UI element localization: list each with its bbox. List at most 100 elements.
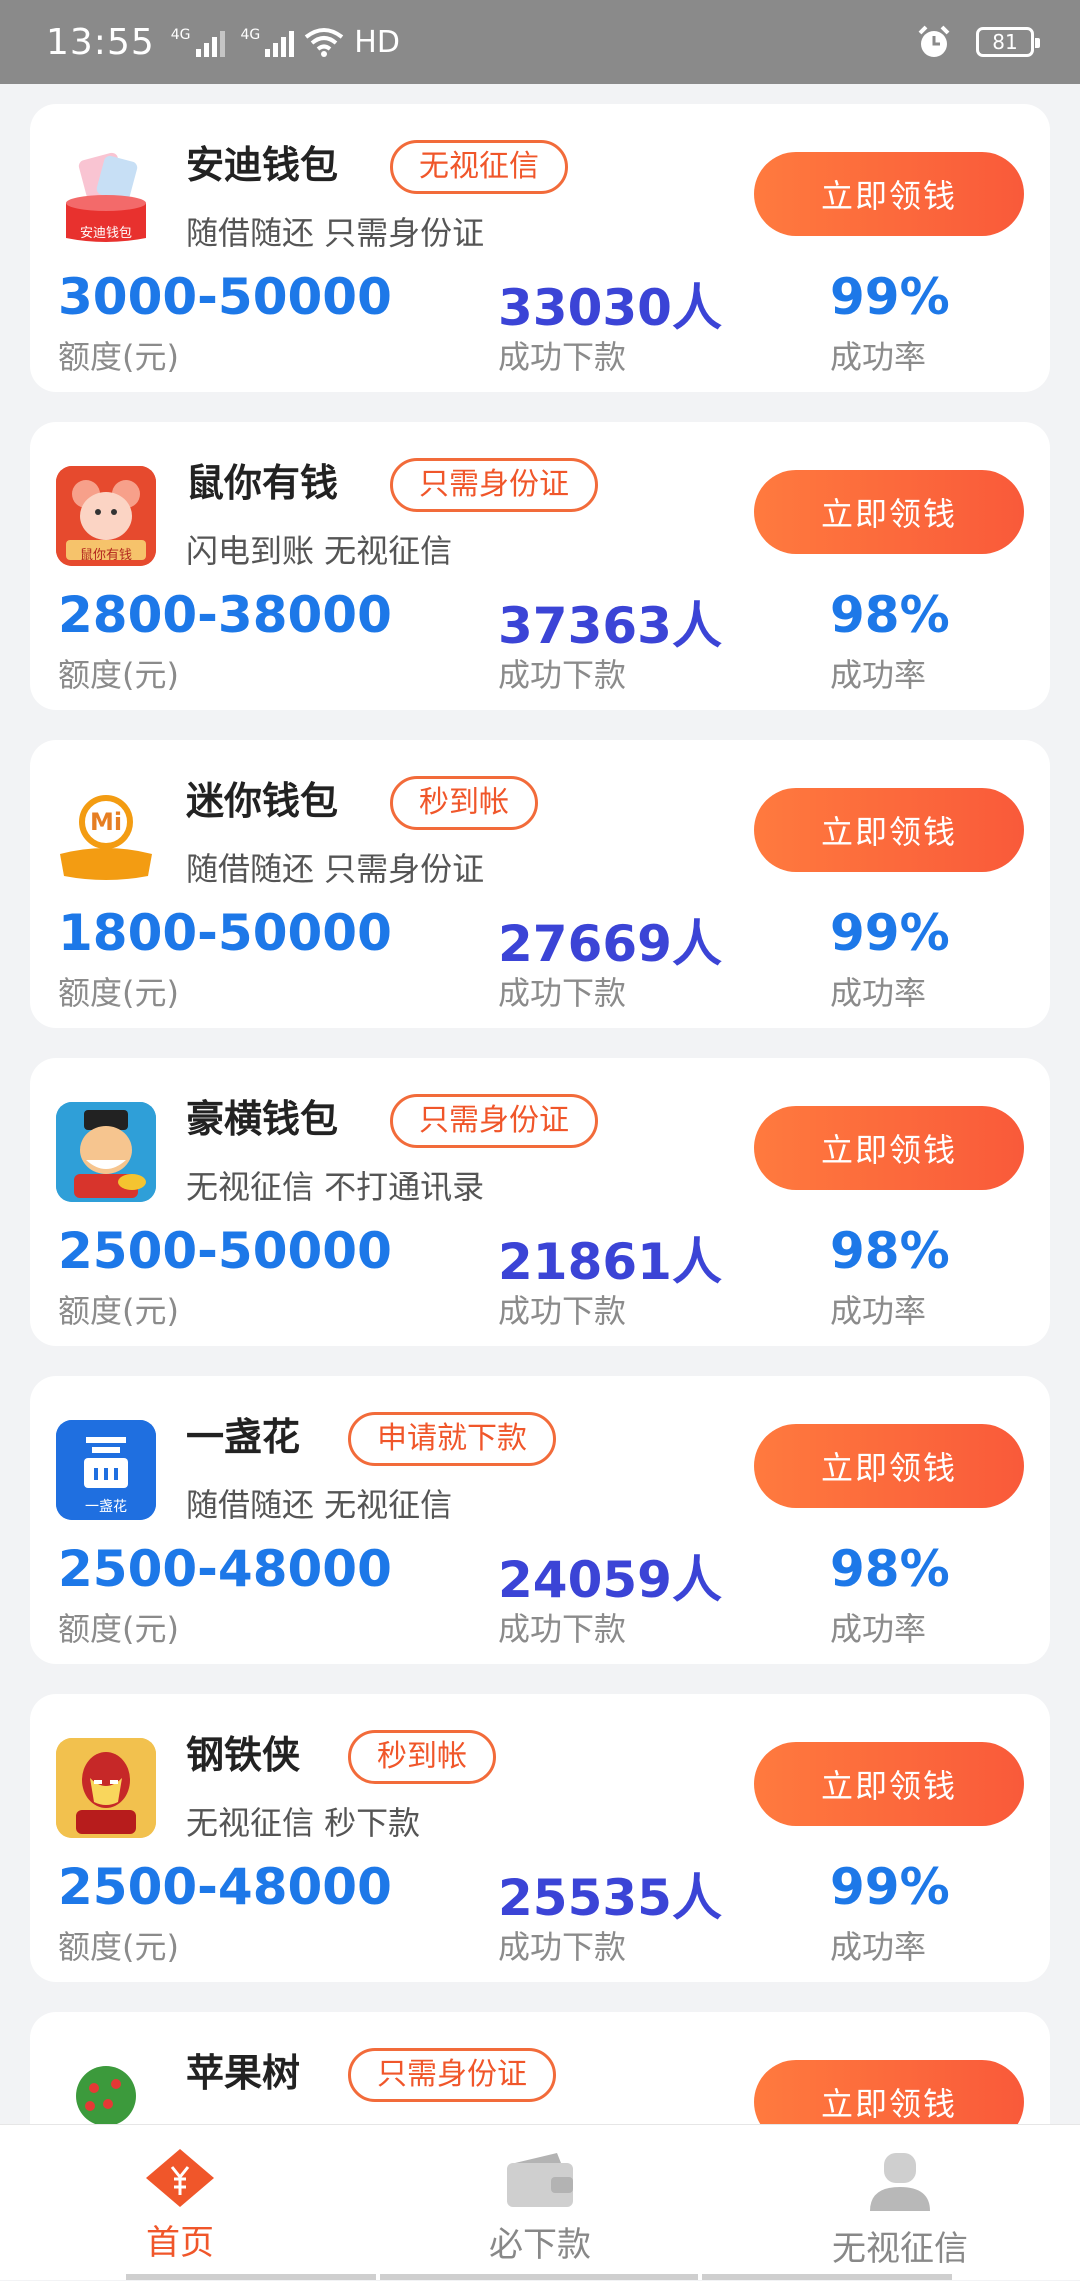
bottom-tab-bar: 首页 必下款 无视征信 <box>0 2124 1080 2280</box>
amount-label: 额度(元) <box>58 1610 179 1648</box>
success-rate-label: 成功率 <box>830 1610 927 1648</box>
product-name: 豪横钱包 <box>186 1097 339 1141</box>
success-rate: 98% <box>830 1222 950 1280</box>
network-type-1: 4G <box>170 27 191 43</box>
success-rate: 98% <box>830 1540 950 1598</box>
amount-label: 额度(元) <box>58 1292 179 1330</box>
god-of-wealth-icon <box>56 1102 156 1202</box>
amount-range: 2500-50000 <box>58 1222 392 1280</box>
claim-button[interactable]: 立即领钱 <box>754 1424 1024 1508</box>
product-tag: 只需身份证 <box>390 458 598 512</box>
product-tag: 只需身份证 <box>348 2048 556 2102</box>
product-card[interactable]: 鼠你有钱 鼠你有钱 只需身份证 闪电到账 无视征信 立即领钱 2800-3800… <box>30 422 1050 710</box>
product-tag: 无视征信 <box>390 140 568 194</box>
product-name: 鼠你有钱 <box>186 461 339 505</box>
product-desc: 随借随还 只需身份证 <box>186 850 485 888</box>
amount-range: 2800-38000 <box>58 586 392 644</box>
product-card[interactable]: Mi 迷你钱包 秒到帐 随借随还 只需身份证 立即领钱 1800-50000 额… <box>30 740 1050 1028</box>
mini-wallet-icon: Mi <box>56 784 156 884</box>
amount-range: 3000-50000 <box>58 268 392 326</box>
nav-indicator-right <box>702 2274 952 2280</box>
success-rate-label: 成功率 <box>830 1928 927 1966</box>
product-desc: 无视征信 不打通讯录 <box>186 1168 485 1206</box>
success-rate: 98% <box>830 586 950 644</box>
claim-button[interactable]: 立即领钱 <box>754 788 1024 872</box>
amount-label: 额度(元) <box>58 974 179 1012</box>
product-card[interactable]: 一盏花 一盏花 申请就下款 随借随还 无视征信 立即领钱 2500-48000 … <box>30 1376 1050 1664</box>
nav-indicator-left <box>126 2274 376 2280</box>
wallet-icon: 安迪钱包 <box>56 148 156 248</box>
product-card[interactable]: 苹果树 只需身份证 随借随还 无视征信 立即领钱 <box>30 2012 1050 2124</box>
product-tag: 只需身份证 <box>390 1094 598 1148</box>
claim-button[interactable]: 立即领钱 <box>754 152 1024 236</box>
success-count-label: 成功下款 <box>498 1610 627 1648</box>
amount-label: 额度(元) <box>58 656 179 694</box>
success-rate: 99% <box>830 268 950 326</box>
apple-tree-icon <box>56 2056 156 2124</box>
ironman-icon <box>56 1738 156 1838</box>
success-rate: 99% <box>830 904 950 962</box>
tab-label: 无视征信 <box>832 2229 968 2269</box>
success-rate-label: 成功率 <box>830 974 927 1012</box>
tab-home[interactable]: 首页 <box>0 2125 360 2281</box>
hd-indicator: HD <box>354 24 400 60</box>
product-desc: 随借随还 无视征信 <box>186 2116 452 2124</box>
battery-level: 81 <box>992 30 1018 54</box>
product-list[interactable]: 安迪钱包 安迪钱包 无视征信 随借随还 只需身份证 立即领钱 3000-5000… <box>30 104 1050 2124</box>
amount-range: 2500-48000 <box>58 1858 392 1916</box>
success-rate: 99% <box>830 1858 950 1916</box>
success-rate-label: 成功率 <box>830 338 927 376</box>
success-count-label: 成功下款 <box>498 974 627 1012</box>
wallet-icon <box>507 2153 573 2207</box>
claim-button[interactable]: 立即领钱 <box>754 470 1024 554</box>
status-left: 13:55 4G 4G HD <box>46 22 400 63</box>
wifi-icon <box>305 28 344 57</box>
success-count: 37363人 <box>498 597 722 655</box>
success-count: 33030人 <box>498 279 722 337</box>
logo-caption: 一盏花 <box>85 1499 127 1515</box>
amount-range: 1800-50000 <box>58 904 392 962</box>
logo-caption: 安迪钱包 <box>79 226 132 241</box>
battery-icon: 81 <box>976 27 1040 57</box>
amount-range: 2500-48000 <box>58 1540 392 1598</box>
logo-caption: Mi <box>89 808 123 836</box>
success-rate-label: 成功率 <box>830 1292 927 1330</box>
product-desc: 无视征信 秒下款 <box>186 1804 421 1842</box>
cell-signal-icon-2: 4G <box>241 27 295 57</box>
success-count-label: 成功下款 <box>498 338 627 376</box>
logo-caption: 鼠你有钱 <box>79 548 132 563</box>
success-count: 27669人 <box>498 915 722 973</box>
product-name: 安迪钱包 <box>186 143 339 187</box>
product-desc: 随借随还 只需身份证 <box>186 214 485 252</box>
tab-label: 首页 <box>146 2223 214 2263</box>
product-tag: 申请就下款 <box>348 1412 556 1466</box>
product-card[interactable]: 钢铁侠 秒到帐 无视征信 秒下款 立即领钱 2500-48000 额度(元) 2… <box>30 1694 1050 1982</box>
claim-button[interactable]: 立即领钱 <box>754 2060 1024 2124</box>
success-count-label: 成功下款 <box>498 656 627 694</box>
status-bar: 13:55 4G 4G HD 81 <box>0 0 1080 84</box>
product-card[interactable]: 豪横钱包 只需身份证 无视征信 不打通讯录 立即领钱 2500-50000 额度… <box>30 1058 1050 1346</box>
success-count-label: 成功下款 <box>498 1292 627 1330</box>
product-name: 苹果树 <box>186 2051 301 2095</box>
claim-button[interactable]: 立即领钱 <box>754 1106 1024 1190</box>
product-desc: 随借随还 无视征信 <box>186 1486 453 1524</box>
success-count-label: 成功下款 <box>498 1928 627 1966</box>
home-diamond-icon <box>146 2149 214 2207</box>
tab-must-loan[interactable]: 必下款 <box>360 2125 720 2281</box>
mouse-icon: 鼠你有钱 <box>56 466 156 566</box>
lamp-icon: 一盏花 <box>56 1420 156 1520</box>
product-name: 钢铁侠 <box>186 1733 301 1777</box>
tab-label: 必下款 <box>489 2225 591 2265</box>
amount-label: 额度(元) <box>58 338 179 376</box>
status-time: 13:55 <box>46 21 155 63</box>
success-rate-label: 成功率 <box>830 656 927 694</box>
product-tag: 秒到帐 <box>348 1730 496 1784</box>
tab-no-credit-check[interactable]: 无视征信 <box>720 2125 1080 2281</box>
success-count: 24059人 <box>498 1551 722 1609</box>
claim-button[interactable]: 立即领钱 <box>754 1742 1024 1826</box>
success-count: 21861人 <box>498 1233 722 1291</box>
alarm-icon <box>918 25 950 57</box>
network-type-2: 4G <box>240 27 261 43</box>
product-card[interactable]: 安迪钱包 安迪钱包 无视征信 随借随还 只需身份证 立即领钱 3000-5000… <box>30 104 1050 392</box>
product-name: 迷你钱包 <box>186 779 339 823</box>
